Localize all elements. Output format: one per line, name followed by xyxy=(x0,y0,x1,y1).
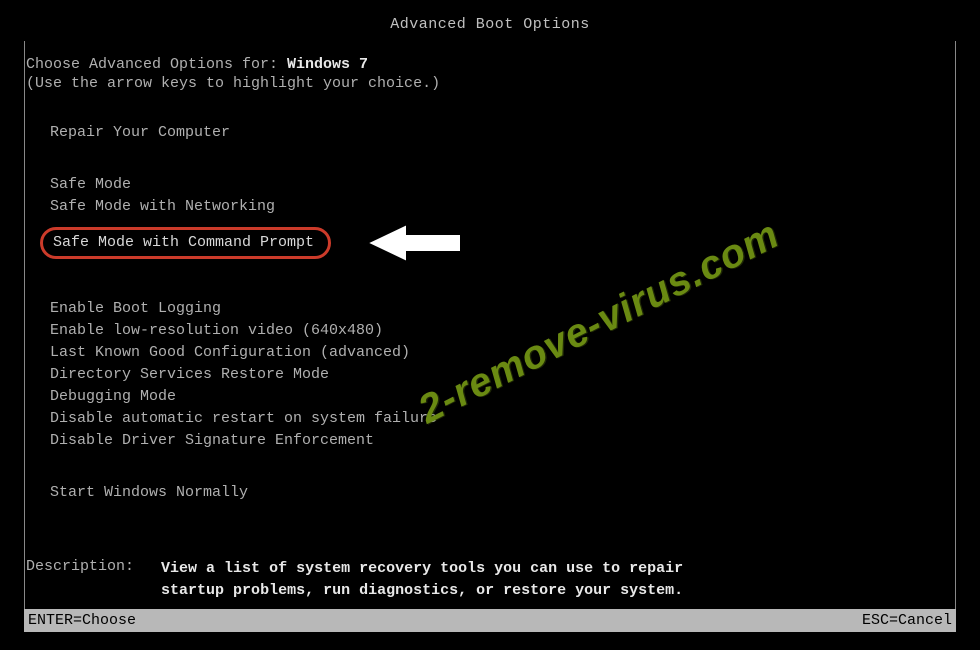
window-frame xyxy=(24,24,956,626)
window-title: Advanced Boot Options xyxy=(382,16,598,33)
footer-esc: ESC=Cancel xyxy=(862,612,952,629)
footer-enter: ENTER=Choose xyxy=(28,612,136,629)
footer-bar: ENTER=Choose ESC=Cancel xyxy=(24,609,956,632)
arrow-left-icon xyxy=(359,218,469,268)
title-bar: Advanced Boot Options xyxy=(0,24,980,41)
